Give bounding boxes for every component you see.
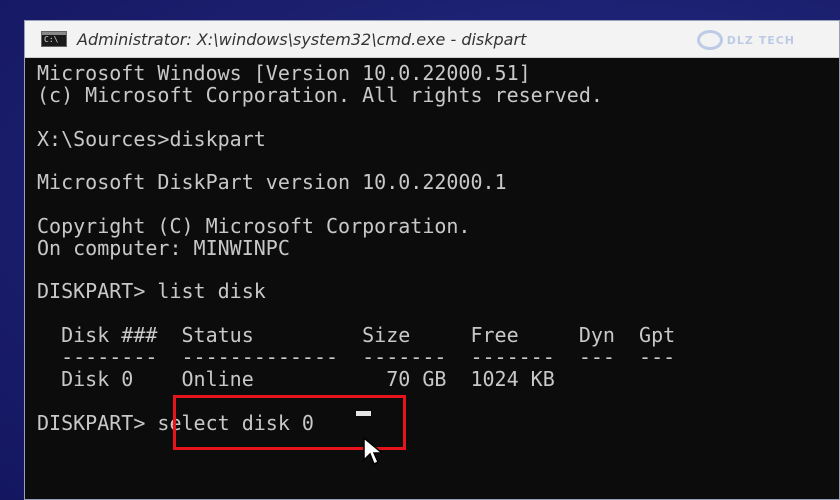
watermark-icon — [696, 30, 723, 50]
watermark-logo: DLZ TECH — [696, 29, 795, 51]
console-line: (c) Microsoft Corporation. All rights re… — [37, 82, 603, 107]
cmd-icon-glyph: C:\ — [44, 35, 59, 44]
mouse-pointer-icon — [363, 436, 385, 466]
console-line: Microsoft DiskPart version 10.0.22000.1 — [37, 170, 507, 195]
cmd-window: C:\ Administrator: X:\windows\system32\c… — [24, 20, 840, 500]
watermark-text: DLZ TECH — [726, 33, 795, 47]
console-line: X:\Sources>diskpart — [37, 126, 266, 151]
console-line: Microsoft Windows [Version 10.0.22000.51… — [37, 61, 531, 85]
title-bar[interactable]: C:\ Administrator: X:\windows\system32\c… — [25, 21, 839, 58]
console-line: Disk ### Status Size Free Dyn Gpt — [37, 323, 676, 348]
console-line: On computer: MINWINPC — [37, 235, 290, 260]
cmd-icon: C:\ — [41, 31, 67, 47]
console-line: Disk 0 Online 70 GB 1024 KB — [37, 366, 555, 391]
console-line: DISKPART> list disk — [37, 279, 266, 304]
console-line: Copyright (C) Microsoft Corporation. — [37, 213, 471, 238]
console-output[interactable]: Microsoft Windows [Version 10.0.22000.51… — [37, 61, 839, 499]
window-title: Administrator: X:\windows\system32\cmd.e… — [77, 29, 527, 49]
console-line: DISKPART> select disk 0 — [37, 410, 314, 435]
console-line: -------- ------------- ------- ------- -… — [37, 344, 676, 369]
